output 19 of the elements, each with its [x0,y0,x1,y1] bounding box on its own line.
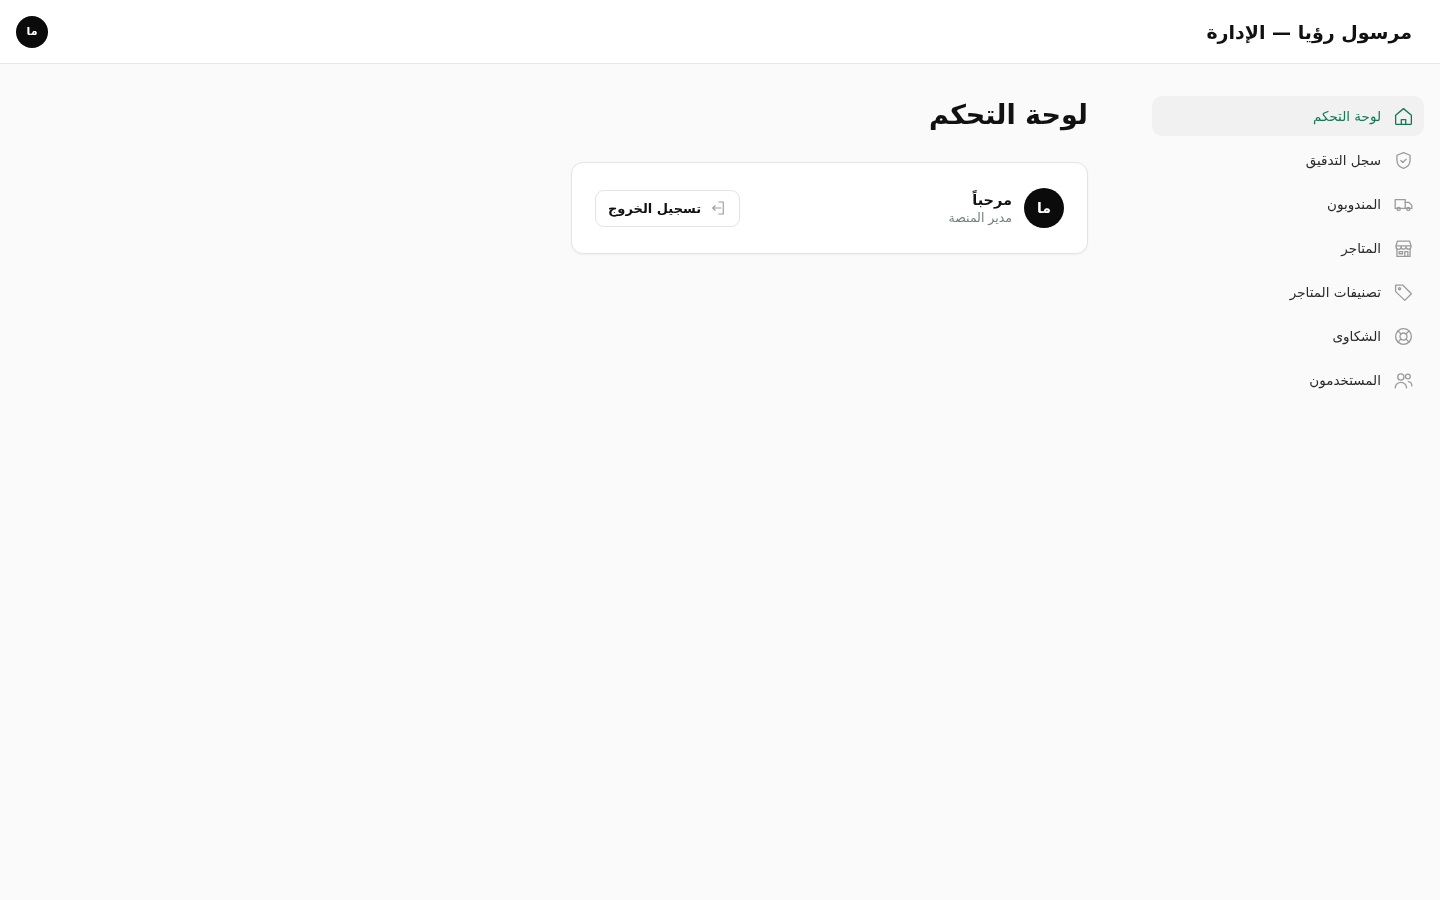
role-text: مدير المنصة [948,209,1012,225]
sidebar-item[interactable]: لوحة التحكم [1152,96,1424,136]
shield-check-icon [1393,149,1414,171]
logout-button[interactable]: تسجيل الخروج [595,189,741,227]
page-title: لوحة التحكم [927,97,1088,132]
house-icon [1393,105,1414,127]
greeting-text: مرحباً [971,191,1012,208]
storefront-icon [1393,237,1414,259]
sidebar-item[interactable]: سجل التدقيق [1152,140,1424,180]
sidebar-item[interactable]: المتاجر [1152,228,1424,268]
user-avatar[interactable]: ما [16,15,48,48]
user-avatar: ما [1024,188,1064,228]
tag-icon [1393,281,1414,303]
app-title: مرسول رؤيا — الإدارة [1206,20,1412,43]
sidebar-item[interactable]: المندوبون [1152,184,1424,224]
sidebar-item[interactable]: الشكاوى [1152,316,1424,356]
sidebar-item[interactable]: المستخدمون [1152,360,1424,400]
sidebar-item[interactable]: تصنيفات المتاجر [1152,272,1424,312]
lifebuoy-icon [1393,325,1414,347]
